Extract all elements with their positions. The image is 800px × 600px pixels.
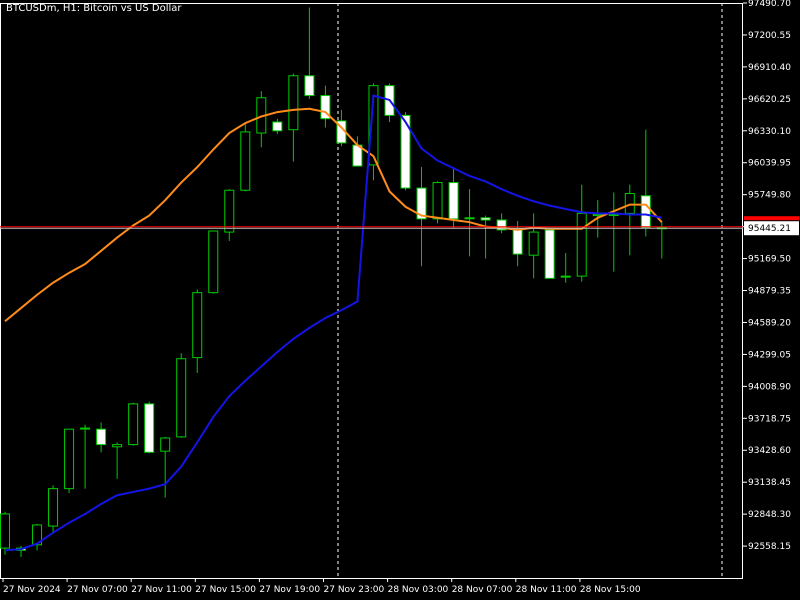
candle (624, 184, 635, 256)
candle (64, 428, 75, 494)
bid-price-marker (744, 216, 799, 221)
y-tick-label: 96620.25 (748, 95, 791, 105)
candle-body (640, 195, 651, 229)
x-tick-label: 27 Nov 2024 (3, 585, 61, 595)
candle-body (464, 217, 475, 220)
candles-group (0, 7, 667, 557)
x-tick-label: 27 Nov 15:00 (195, 585, 256, 595)
candle (480, 215, 491, 259)
y-tick-label: 96330.10 (748, 127, 791, 137)
candle (576, 184, 587, 282)
ma-fast-line (4, 107, 663, 323)
candle-body (528, 231, 539, 256)
candle-body (576, 212, 587, 277)
candle (144, 401, 155, 454)
candle (128, 402, 139, 446)
y-tick-label: 97200.55 (748, 31, 791, 41)
x-tick-label: 28 Nov 07:00 (452, 585, 513, 595)
candle-body (304, 75, 315, 97)
y-tick-label: 96910.40 (748, 63, 791, 73)
candle-body (272, 121, 283, 132)
candle-body (208, 230, 219, 294)
candle-body (624, 193, 635, 214)
candle (528, 213, 539, 279)
candle-body (288, 75, 299, 131)
candle (272, 118, 283, 135)
candle-body (128, 403, 139, 446)
candle (496, 213, 507, 234)
x-tick-label: 28 Nov 03:00 (388, 585, 449, 595)
candle-body (176, 358, 187, 438)
candle-body (480, 217, 491, 221)
candle (208, 230, 219, 294)
y-tick-label: 94299.05 (748, 350, 791, 360)
candle-body (608, 213, 619, 216)
candle (160, 436, 171, 498)
y-tick-label: 95749.80 (748, 191, 791, 201)
y-tick-label: 94879.35 (748, 287, 791, 297)
y-tick-label: 94589.20 (748, 318, 791, 328)
candle (32, 523, 43, 551)
candle-body (112, 444, 123, 448)
candle-body (240, 131, 251, 191)
x-tick-label: 27 Nov 07:00 (67, 585, 128, 595)
candle (48, 485, 59, 534)
y-tick-label: 93428.60 (748, 446, 791, 456)
y-tick-label: 96039.95 (748, 159, 791, 169)
x-tick-label: 27 Nov 23:00 (324, 585, 385, 595)
price-chart[interactable]: 97490.70 97200.55 96910.40 96620.25 96330.10… (0, 0, 800, 600)
candle (608, 192, 619, 272)
candle-body (448, 182, 459, 220)
candle (640, 129, 651, 237)
candle (560, 253, 571, 283)
candle (80, 424, 91, 489)
candle (192, 289, 203, 374)
candle (304, 7, 315, 99)
candle (256, 91, 267, 148)
candle-body (64, 428, 75, 490)
x-tick-label: 27 Nov 19:00 (259, 585, 320, 595)
y-tick-label: 92558.15 (748, 542, 791, 552)
y-tick-label: 93138.45 (748, 478, 791, 488)
candle-body (144, 403, 155, 453)
candle-body (96, 428, 107, 446)
candle-body (0, 513, 10, 549)
candle-body (432, 182, 443, 220)
candle-body (48, 488, 59, 527)
candle (240, 124, 251, 192)
candle-body (80, 427, 91, 430)
candle (176, 353, 187, 438)
x-tick-label: 27 Nov 11:00 (131, 585, 192, 595)
ma-slow-line (4, 94, 663, 552)
x-tick-label: 28 Nov 11:00 (516, 585, 577, 595)
candle (320, 85, 331, 128)
candle-body (512, 228, 523, 255)
candle-body (192, 292, 203, 359)
candle-body (224, 189, 235, 233)
x-tick-label: 28 Nov 15:00 (580, 585, 641, 595)
candle (288, 73, 299, 162)
y-tick-label: 93718.75 (748, 414, 791, 424)
candle-body (160, 437, 171, 452)
y-tick-label: 92848.30 (748, 510, 791, 520)
candle (544, 227, 555, 279)
candle (96, 422, 107, 453)
y-tick-label: 95169.50 (748, 255, 791, 265)
candle (0, 511, 10, 555)
current-price-label: 95445.21 (748, 224, 791, 234)
candle-body (544, 229, 555, 279)
y-tick-label: 94008.90 (748, 382, 791, 392)
candle (112, 442, 123, 479)
candle-body (560, 275, 571, 278)
candle (656, 222, 667, 259)
candle (224, 189, 235, 241)
y-tick-label: 97490.70 (748, 0, 791, 9)
